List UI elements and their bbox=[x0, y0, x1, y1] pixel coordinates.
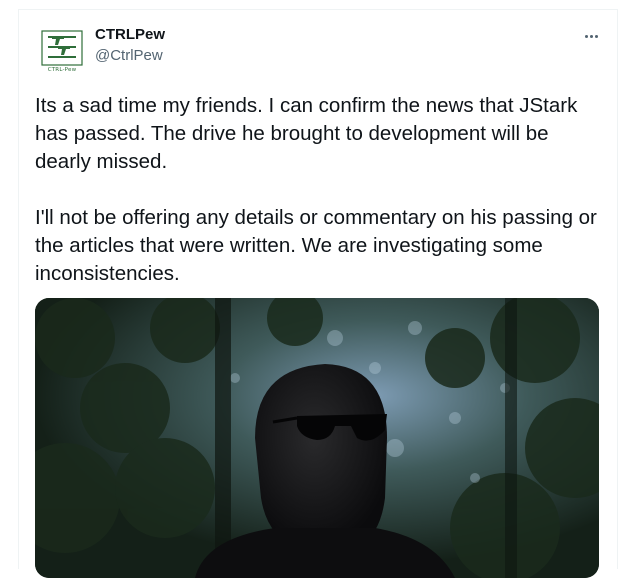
ctrlpew-logo-icon bbox=[41, 30, 83, 66]
tweet-paragraph: I'll not be offering any details or comm… bbox=[35, 206, 597, 285]
tweet-media-photo[interactable] bbox=[35, 298, 599, 578]
avatar[interactable]: CTRL-Pew bbox=[40, 27, 84, 75]
author-display-name[interactable]: CTRLPew bbox=[95, 26, 165, 43]
tweet-card[interactable]: CTRL-Pew CTRLPew @CtrlPew Its a sad time… bbox=[18, 9, 618, 578]
tweet-paragraph: Its a sad time my friends. I can confirm… bbox=[35, 94, 578, 173]
avatar-logo-text: CTRL-Pew bbox=[47, 67, 77, 73]
masked-figure-photo bbox=[35, 298, 599, 578]
more-dots-icon bbox=[589, 34, 593, 38]
more-options-button[interactable] bbox=[579, 26, 603, 46]
more-dots-icon bbox=[584, 34, 588, 38]
author-handle[interactable]: @CtrlPew bbox=[95, 47, 163, 64]
more-dots-icon bbox=[594, 34, 598, 38]
tweet-text: Its a sad time my friends. I can confirm… bbox=[35, 92, 600, 316]
